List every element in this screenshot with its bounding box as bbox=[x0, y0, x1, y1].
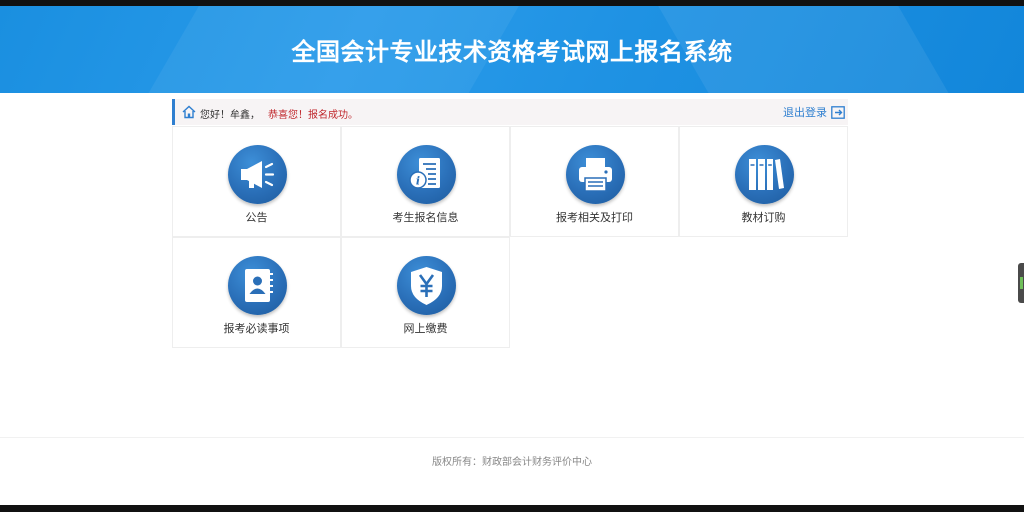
success-message: 恭喜您！报名成功。 bbox=[268, 110, 358, 121]
menu-item-label: 考生报名信息 bbox=[392, 211, 459, 224]
svg-text:i: i bbox=[416, 175, 420, 188]
logout-icon bbox=[831, 105, 845, 119]
menu-item-label: 报考相关及打印 bbox=[556, 211, 633, 224]
megaphone-icon bbox=[228, 145, 287, 204]
menu-item-label: 教材订购 bbox=[741, 211, 786, 224]
menu-item-must-read[interactable]: 报考必读事项 bbox=[172, 237, 341, 348]
yen-shield-icon bbox=[397, 256, 456, 315]
menu-item-print[interactable]: 报考相关及打印 bbox=[510, 126, 679, 237]
footer-copyright: 版权所有：财政部会计财务评价中心 bbox=[432, 457, 592, 468]
menu-item-textbook-order[interactable]: 教材订购 bbox=[679, 126, 848, 237]
site-header: 全国会计专业技术资格考试网上报名系统 bbox=[0, 6, 1024, 93]
logout-label: 退出登录 bbox=[783, 106, 827, 119]
side-tab-handle[interactable] bbox=[1018, 263, 1024, 303]
menu-item-announcement[interactable]: 公告 bbox=[172, 126, 341, 237]
bottom-frame bbox=[0, 505, 1024, 512]
menu-grid: 公告 i 考生报名信息 报考相关及打印 教材订购 报考必读事项 网上缴费 bbox=[172, 126, 848, 348]
menu-item-registration-info[interactable]: i 考生报名信息 bbox=[341, 126, 510, 237]
menu-item-label: 公告 bbox=[245, 211, 268, 224]
home-icon bbox=[182, 105, 196, 119]
info-document-icon: i bbox=[397, 145, 456, 204]
footer-divider bbox=[0, 437, 1024, 438]
logout-button[interactable]: 退出登录 bbox=[783, 104, 845, 120]
menu-item-online-payment[interactable]: 网上缴费 bbox=[341, 237, 510, 348]
greeting-text: 您好！牟鑫， bbox=[200, 110, 260, 121]
printer-icon bbox=[566, 145, 625, 204]
menu-item-label: 网上缴费 bbox=[403, 322, 448, 335]
menu-item-label: 报考必读事项 bbox=[223, 322, 290, 335]
contact-book-icon bbox=[228, 256, 287, 315]
books-icon bbox=[735, 145, 794, 204]
page-title: 全国会计专业技术资格考试网上报名系统 bbox=[291, 38, 733, 66]
welcome-bar: 您好！牟鑫， 恭喜您！报名成功。 退出登录 bbox=[172, 99, 848, 125]
